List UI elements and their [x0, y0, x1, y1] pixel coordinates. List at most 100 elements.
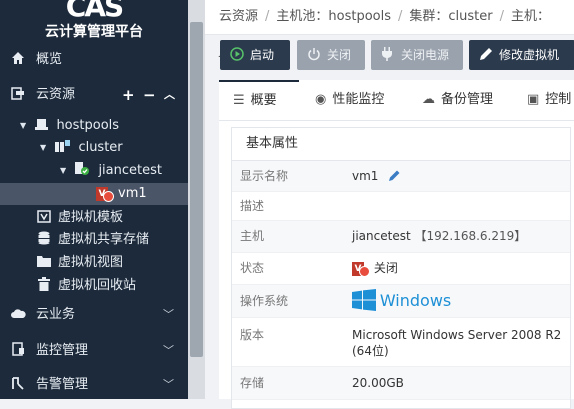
- expand-triangle-icon[interactable]: ▼: [40, 137, 46, 159]
- host-icon: [75, 160, 90, 182]
- sidebar-item-vm-shared-storage[interactable]: 虚拟机共享存储: [0, 229, 188, 251]
- chevron-down-icon[interactable]: ﹀: [163, 374, 174, 396]
- chevron-down-icon[interactable]: ﹀: [163, 340, 174, 362]
- home-icon: [10, 49, 26, 71]
- remove-button[interactable]: −: [143, 84, 156, 106]
- overview-panel: 基本属性 显示名称 vm1 描述 主机 jiancetest 【192.168.…: [219, 121, 574, 409]
- modify-vm-label: 修改虚拟机: [499, 48, 560, 62]
- row-label: 描述: [240, 199, 265, 213]
- basic-properties-card: 基本属性 显示名称 vm1 描述 主机 jiancetest 【192.168.…: [231, 127, 571, 409]
- row-status: 状态 V 关闭: [232, 253, 570, 285]
- vm-stopped-icon: V: [352, 261, 370, 277]
- host-ip: 【192.168.6.219】: [414, 229, 527, 243]
- row-display-name: 显示名称 vm1: [232, 161, 570, 192]
- expand-triangle-icon[interactable]: ▼: [20, 115, 26, 137]
- tab-console[interactable]: ▣ 控制: [527, 80, 571, 120]
- start-label: 启动: [250, 48, 275, 62]
- breadcrumb-cluster[interactable]: 集群：cluster: [409, 9, 492, 24]
- tab-label: 备份管理: [441, 92, 494, 107]
- status-value: 关闭: [373, 261, 398, 275]
- os-value: Windows: [379, 291, 452, 310]
- sidebar-item-vm-template[interactable]: 虚拟机模板: [0, 207, 188, 229]
- tab-performance[interactable]: ◉ 性能监控: [315, 80, 384, 120]
- row-value: Windows: [352, 285, 451, 318]
- display-name-value: vm1: [352, 169, 379, 183]
- tab-overview[interactable]: ☰ 概要: [219, 80, 299, 118]
- expand-triangle-icon[interactable]: ▼: [60, 160, 66, 182]
- tab-label: 性能监控: [332, 92, 385, 107]
- windows-logo-icon: [352, 289, 380, 311]
- sidebar: CAS 云计算管理平台 概览 云资源 + − ︿ ▼ hostpools ▼ c…: [0, 0, 188, 399]
- folder-icon: [36, 252, 52, 274]
- sidebar-item-label: 虚拟机回收站: [58, 278, 137, 293]
- cloud-icon: [10, 304, 26, 326]
- trash-icon: [36, 275, 52, 297]
- pencil-icon: [479, 40, 493, 70]
- row-description: 描述: [232, 192, 570, 221]
- tab-backup[interactable]: ☁ 备份管理: [422, 80, 493, 120]
- tree-node-vm-selected[interactable]: V vm1: [0, 183, 188, 205]
- version-line2: (64位): [352, 344, 389, 358]
- start-button[interactable]: 启动: [220, 40, 290, 70]
- resources-icon: [10, 84, 26, 106]
- plug-icon: [381, 40, 393, 70]
- sidebar-item-cloud-resources[interactable]: 云资源: [0, 84, 188, 106]
- sidebar-item-cloud-business[interactable]: 云业务 ﹀: [0, 304, 188, 326]
- tab-bar: ☰ 概要 ◉ 性能监控 ☁ 备份管理 ▣ 控制: [219, 80, 574, 121]
- power-off-label: 关闭电源: [401, 48, 450, 62]
- logo-mark: CAS: [65, 0, 124, 23]
- chevron-up-icon[interactable]: ︿: [164, 84, 175, 106]
- sidebar-item-label: 虚拟机视图: [58, 255, 124, 270]
- sidebar-scrollbar-thumb[interactable]: [190, 22, 203, 357]
- tree-label: jiancetest: [98, 163, 162, 178]
- toolbar: 启动 关闭 关闭电源 修改虚拟机: [205, 35, 574, 75]
- tree-node-cluster[interactable]: ▼ cluster: [40, 137, 123, 159]
- sidebar-item-monitoring[interactable]: 监控管理 ﹀: [0, 340, 188, 362]
- logo: CAS 云计算管理平台: [0, 0, 188, 42]
- tree-label: vm1: [118, 186, 147, 201]
- tab-label: 控制: [545, 92, 572, 107]
- shutdown-button[interactable]: 关闭: [297, 40, 365, 70]
- version-line1: Microsoft Windows Server 2008 R2: [352, 328, 562, 342]
- sidebar-item-alerts[interactable]: 告警管理 ﹀: [0, 374, 188, 396]
- row-version: 版本 Microsoft Windows Server 2008 R2 (64位…: [232, 318, 570, 367]
- main-area: 云资源/主机池：hostpools/集群：cluster/主机：jiancete…: [205, 0, 574, 409]
- row-host: 主机 jiancetest 【192.168.6.219】: [232, 221, 570, 253]
- sidebar-item-label: 概览: [36, 52, 63, 67]
- database-icon: [36, 229, 52, 251]
- gauge-icon: ◉: [315, 92, 327, 107]
- chevron-down-icon[interactable]: ﹀: [163, 304, 174, 326]
- row-storage: 存储 20.00GB: [232, 367, 570, 400]
- breadcrumb: 云资源/主机池：hostpools/集群：cluster/主机：jiancete…: [205, 0, 574, 58]
- alert-icon: [10, 374, 26, 396]
- tab-label: 概要: [250, 93, 277, 108]
- list-icon: ☰: [233, 93, 245, 108]
- sidebar-item-vm-view[interactable]: 虚拟机视图: [0, 252, 188, 274]
- add-button[interactable]: +: [122, 84, 135, 106]
- row-value: jiancetest 【192.168.6.219】: [352, 221, 526, 252]
- tree-node-hostpools[interactable]: ▼ hostpools: [20, 115, 119, 137]
- hostpool-icon: [35, 115, 49, 137]
- modify-vm-button[interactable]: 修改虚拟机: [469, 40, 574, 70]
- breadcrumb-pool[interactable]: 主机池：hostpools: [276, 9, 391, 24]
- breadcrumb-root[interactable]: 云资源: [219, 9, 258, 24]
- host-name[interactable]: jiancetest: [352, 229, 411, 243]
- row-label: 状态: [240, 261, 265, 275]
- cluster-icon: [55, 137, 71, 159]
- row-value: 20.00GB: [352, 376, 404, 390]
- sidebar-item-label: 云资源: [36, 87, 76, 102]
- brand-title: 云计算管理平台: [45, 24, 143, 40]
- sidebar-item-overview[interactable]: 概览: [0, 49, 188, 71]
- row-os: 操作系统 Windows: [232, 285, 570, 318]
- tree-label: cluster: [78, 140, 123, 155]
- row-value: vm1: [352, 161, 401, 191]
- card-title: 基本属性: [232, 128, 570, 161]
- power-icon: [307, 40, 321, 70]
- sidebar-item-label: 监控管理: [36, 343, 89, 358]
- row-label: 主机: [240, 229, 265, 243]
- row-label: 存储: [240, 376, 265, 390]
- sidebar-item-vm-recycle[interactable]: 虚拟机回收站: [0, 275, 188, 297]
- edit-pencil-icon[interactable]: [388, 169, 401, 183]
- tree-node-host[interactable]: ▼ jiancetest: [60, 160, 162, 182]
- power-off-button[interactable]: 关闭电源: [371, 40, 463, 70]
